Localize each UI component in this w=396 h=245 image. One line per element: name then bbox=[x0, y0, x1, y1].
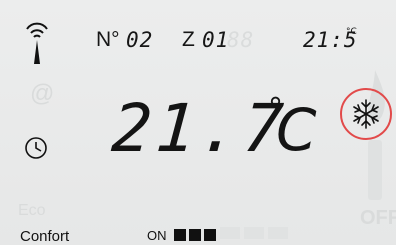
snowflake-icon bbox=[353, 99, 379, 129]
level-bar bbox=[174, 229, 186, 241]
level-bar bbox=[204, 229, 216, 241]
level-ghost-strip bbox=[220, 227, 288, 239]
zone-label: Z bbox=[182, 28, 195, 51]
setpoint-unit: °C bbox=[346, 27, 357, 37]
level-bar bbox=[189, 229, 201, 241]
celsius-symbol: C bbox=[276, 96, 317, 164]
station-number-value: 02 bbox=[126, 28, 154, 52]
current-temperature: 21.7 bbox=[109, 90, 290, 167]
thermostat-display: N° 02 Z 01 88 21:5 °C @ Eco OFF 21.7 ° C bbox=[0, 0, 396, 245]
on-status-label: ON bbox=[147, 228, 167, 243]
clock-icon bbox=[25, 137, 47, 159]
off-ghost-label: OFF bbox=[360, 207, 396, 229]
station-number-label: N° bbox=[96, 28, 120, 51]
antenna-signal-icon bbox=[26, 22, 48, 64]
zone-value: 01 bbox=[202, 28, 230, 52]
at-ghost-icon: @ bbox=[30, 80, 55, 107]
eco-ghost-label: Eco bbox=[18, 202, 46, 219]
mode-label: Confort bbox=[20, 228, 70, 245]
zone-ghost-digits: 88 bbox=[227, 28, 255, 52]
top-status-row: N° 02 Z 01 88 21:5 °C bbox=[0, 0, 396, 64]
